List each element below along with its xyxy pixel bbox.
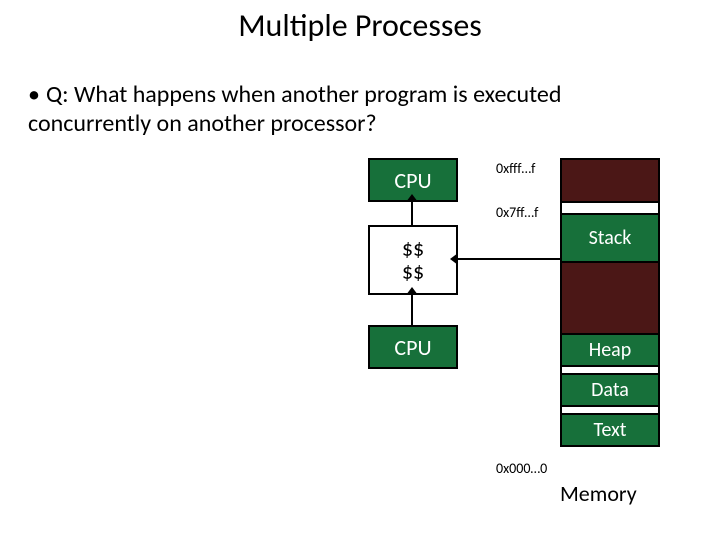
- cache-line-1: $$: [402, 237, 424, 260]
- cache-box: $$ $$: [368, 225, 458, 295]
- address-top: 0xfff…f: [496, 160, 535, 177]
- memory-text: Text: [560, 413, 660, 447]
- memory-kernel-region: [560, 158, 660, 203]
- cpu-box-bottom: CPU: [368, 325, 458, 369]
- memory-heap: Heap: [560, 333, 660, 367]
- slide-title: Multiple Processes: [0, 6, 720, 45]
- memory-free-region: [560, 263, 660, 333]
- bullet-text: Q: What happens when another program is …: [28, 80, 561, 138]
- memory-blank-gap: [560, 203, 660, 213]
- memory-column: Stack Heap Data Text: [560, 158, 660, 447]
- arrow-cache-to-memory: [458, 258, 560, 260]
- arrow-cache-to-cpu2: [411, 295, 413, 325]
- address-bottom: 0x000…0: [496, 460, 547, 477]
- bullet-dot: •: [28, 80, 46, 109]
- memory-label: Memory: [560, 480, 680, 507]
- memory-data: Data: [560, 373, 660, 407]
- arrow-cpu1-to-cache: [411, 202, 413, 226]
- address-user-top: 0x7ff…f: [496, 204, 538, 221]
- memory-stack: Stack: [560, 213, 660, 263]
- bullet-question: •Q: What happens when another program is…: [28, 80, 688, 138]
- cache-line-2: $$: [402, 260, 424, 283]
